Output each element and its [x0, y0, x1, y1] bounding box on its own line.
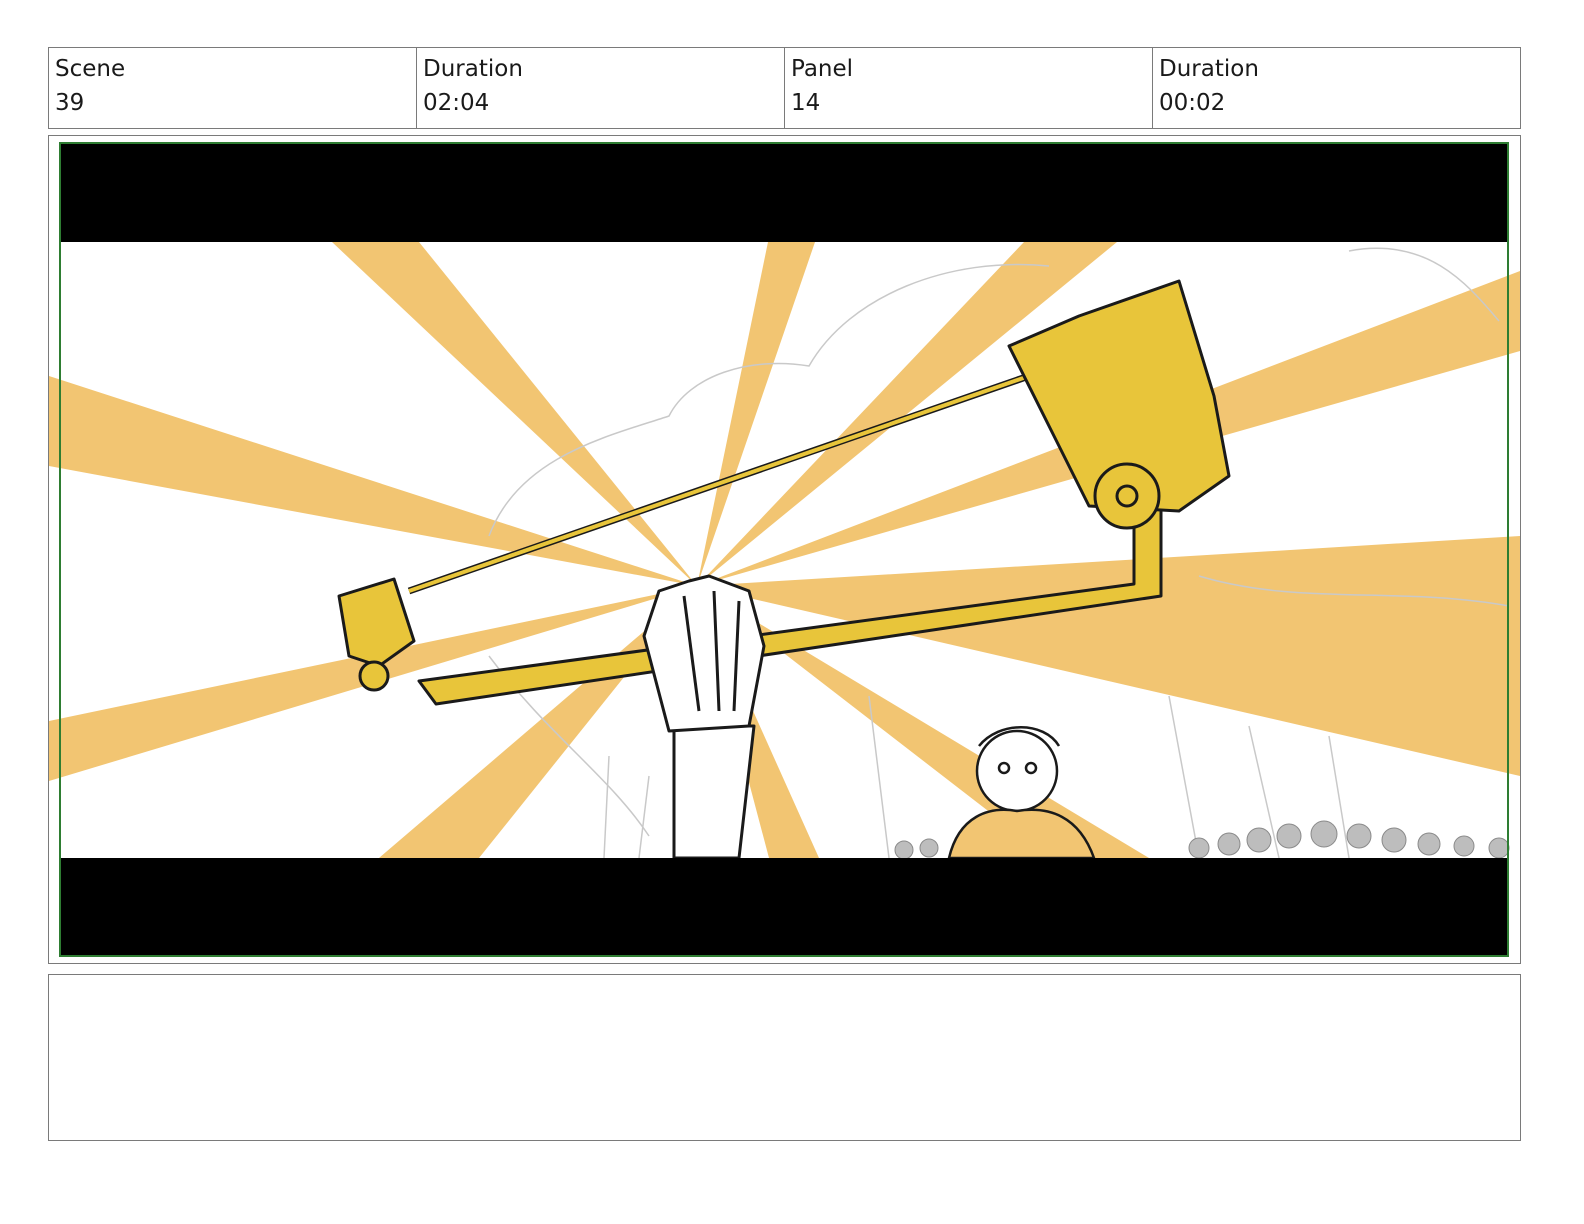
- storyboard-frame: [48, 135, 1521, 964]
- storyboard-drawing: [49, 136, 1520, 963]
- panel-notes-box: [48, 974, 1521, 1141]
- scene-cell: Scene 39: [49, 48, 417, 128]
- crowd-head: [1188, 837, 1210, 859]
- scene-number: 39: [55, 90, 85, 116]
- crowd-head: [1346, 823, 1372, 849]
- letterbox-top: [59, 142, 1507, 242]
- panel-notes-text: [49, 975, 1520, 995]
- panel-label: Panel: [791, 56, 854, 82]
- crowd-head: [1488, 837, 1510, 859]
- crowd-head: [894, 840, 914, 860]
- hand-bones: [642, 574, 766, 733]
- crowd-head: [1217, 832, 1241, 856]
- crowd-head: [1246, 827, 1272, 853]
- panel-number: 14: [791, 90, 821, 116]
- panel-duration-label: Duration: [1159, 56, 1259, 82]
- panel-cell: Panel 14: [785, 48, 1153, 128]
- scene-duration-label: Duration: [423, 56, 523, 82]
- panel-duration-cell: Duration 00:02: [1153, 48, 1520, 128]
- panel-duration-value: 00:02: [1159, 90, 1226, 116]
- crowd-head: [1453, 835, 1475, 857]
- scene-duration-cell: Duration 02:04: [417, 48, 785, 128]
- crowd-head: [1417, 832, 1441, 856]
- crowd-head: [1276, 823, 1302, 849]
- scene-duration-value: 02:04: [423, 90, 490, 116]
- panel-info-table: Scene 39 Duration 02:04 Panel 14 Duratio…: [48, 47, 1521, 129]
- weapon-wheel-right: [1093, 462, 1161, 530]
- forearm-bones: [672, 724, 756, 860]
- character-head: [975, 729, 1059, 813]
- letterbox-bottom: [59, 858, 1507, 956]
- weapon-wheel-left: [358, 660, 390, 692]
- crowd-head: [919, 838, 939, 858]
- crowd-head: [1310, 820, 1338, 848]
- crowd-head: [1381, 827, 1407, 853]
- scene-label: Scene: [55, 56, 126, 82]
